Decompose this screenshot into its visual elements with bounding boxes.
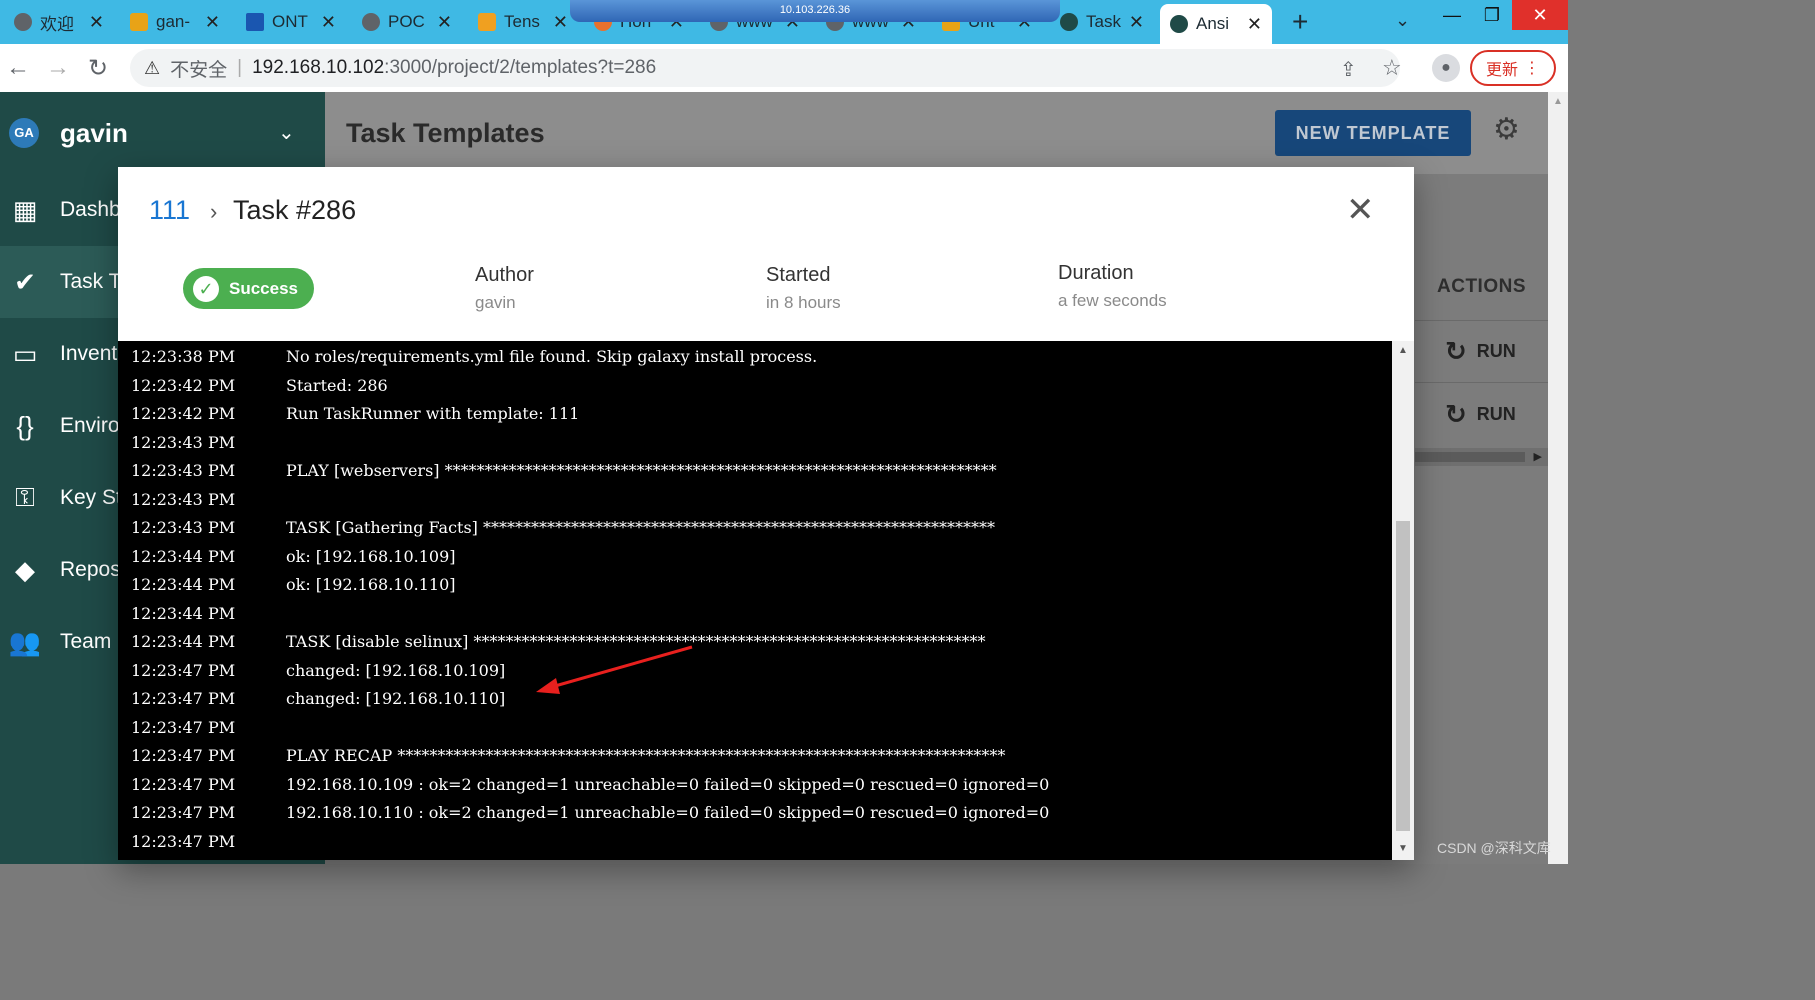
arrow-head (536, 678, 560, 694)
arrow-shaft (547, 645, 693, 690)
annotation-arrow (536, 645, 693, 694)
watermark: CSDN @深科文库 (1437, 840, 1551, 856)
